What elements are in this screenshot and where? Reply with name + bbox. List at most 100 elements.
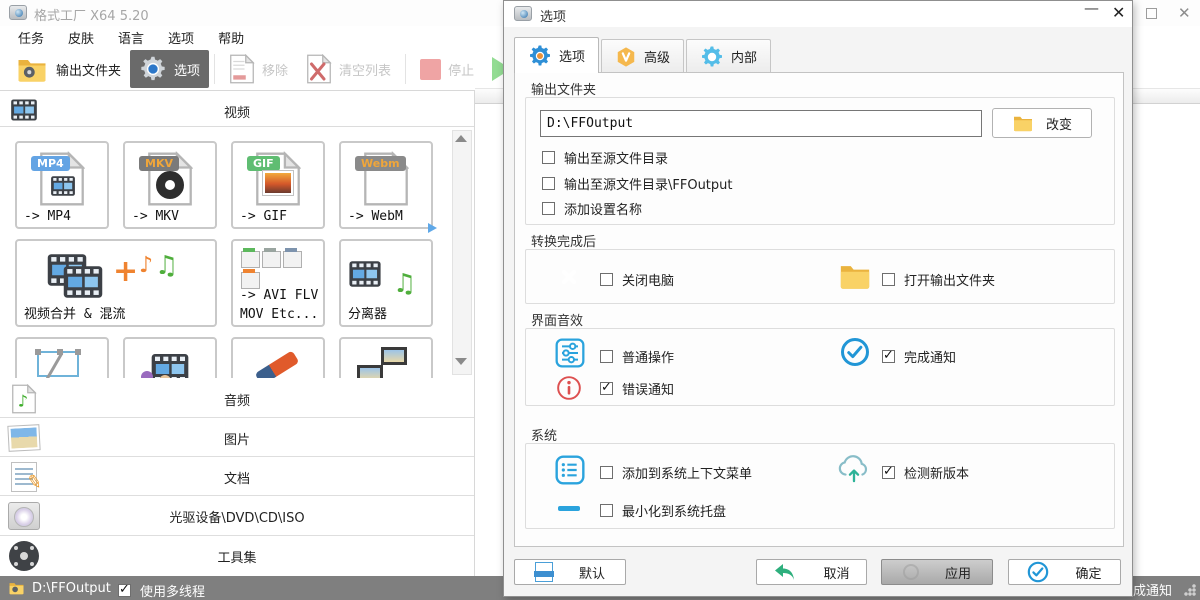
checkbox[interactable] — [600, 504, 613, 517]
apply-label: 应用 — [945, 563, 971, 582]
card-to-gif[interactable]: GIF -> GIF — [231, 141, 325, 229]
option-check-update[interactable]: 检测新版本 — [882, 463, 969, 482]
stop-icon — [420, 59, 441, 80]
category-video-header[interactable]: 视频 — [0, 94, 474, 127]
option-minimize-tray[interactable]: 最小化到系统托盘 — [600, 501, 726, 520]
checkbox[interactable] — [882, 273, 895, 286]
option-normal-op-sound[interactable]: 普通操作 — [600, 347, 674, 366]
tab-advanced[interactable]: 高级 — [601, 39, 684, 73]
dialog-minimize-icon[interactable]: — — [1084, 0, 1099, 17]
card-to-webm[interactable]: Webm -> WebM — [339, 141, 433, 229]
clear-list-label: 清空列表 — [339, 60, 391, 79]
checkbox[interactable] — [542, 177, 555, 190]
checkbox[interactable] — [882, 350, 895, 363]
category-label: 文档 — [0, 468, 474, 487]
dialog-close-icon[interactable]: ✕ — [1112, 3, 1125, 22]
option-shutdown[interactable]: 关闭电脑 — [600, 270, 674, 289]
option-output-source-ffoutput[interactable]: 输出至源文件目录\FFOutput — [542, 174, 733, 193]
change-button[interactable]: 改变 — [992, 108, 1092, 138]
gear-icon — [700, 45, 724, 69]
card-label-line2: MOV Etc... — [240, 307, 318, 322]
format-panel: 视频 MP4 -> MP4 MKV -> MKV — [0, 90, 475, 576]
option-error-notify-sound[interactable]: 错误通知 — [600, 379, 674, 398]
card-eraser-tool[interactable] — [231, 337, 325, 378]
section-after-conversion: 转换完成后 — [531, 231, 596, 250]
main-close-icon[interactable]: ✕ — [1178, 3, 1191, 23]
card-video-merge-mux[interactable]: + ♪ ♫ 视频合并 & 混流 — [15, 239, 217, 327]
sliders-icon — [554, 337, 586, 369]
tab-label: 高级 — [644, 47, 670, 66]
checkbox[interactable] — [542, 202, 555, 215]
category-document[interactable]: ✎ 文档 — [0, 457, 474, 496]
section-system: 系统 — [531, 425, 557, 444]
card-to-mp4[interactable]: MP4 -> MP4 — [15, 141, 109, 229]
mkv-badge: MKV — [139, 156, 179, 171]
default-label: 默认 — [579, 563, 605, 582]
menu-language[interactable]: 语言 — [118, 28, 144, 47]
output-path-status[interactable]: D:\FFOutput — [8, 581, 111, 596]
tab-options[interactable]: 选项 — [514, 37, 599, 73]
minimize-dash-icon — [558, 506, 580, 511]
output-path-input[interactable] — [540, 110, 982, 137]
checkbox[interactable] — [600, 382, 613, 395]
tab-label: 内部 — [731, 47, 757, 66]
category-audio[interactable]: ♪ 音频 — [0, 379, 474, 418]
multithread-checkbox[interactable] — [118, 584, 131, 597]
scroll-down-icon[interactable] — [455, 358, 469, 370]
output-folder-button[interactable]: 输出文件夹 — [6, 50, 130, 88]
gif-file-icon: GIF — [255, 151, 301, 211]
music-note-icon: ♫ — [393, 269, 416, 299]
mkv-file-icon: MKV — [147, 151, 193, 211]
checkbox[interactable] — [600, 350, 613, 363]
ok-button[interactable]: 确定 — [1008, 559, 1121, 585]
checkbox[interactable] — [882, 466, 895, 479]
option-append-setting-name[interactable]: 添加设置名称 — [542, 199, 642, 218]
apply-button[interactable]: 应用 — [881, 559, 993, 585]
statusbar-path: D:\FFOutput — [32, 581, 111, 596]
menu-skin[interactable]: 皮肤 — [68, 28, 94, 47]
scroll-up-icon[interactable] — [455, 135, 469, 147]
tab-internal[interactable]: 内部 — [686, 39, 771, 73]
option-open-output-folder[interactable]: 打开输出文件夹 — [882, 270, 995, 289]
checkbox[interactable] — [542, 151, 555, 164]
option-label: 最小化到系统托盘 — [622, 501, 726, 520]
card-video-editor[interactable] — [123, 337, 217, 378]
panel-scrollbar[interactable] — [452, 130, 472, 375]
card-screen-tool[interactable] — [339, 337, 433, 378]
card-to-mkv[interactable]: MKV -> MKV — [123, 141, 217, 229]
option-label: 输出至源文件目录\FFOutput — [564, 174, 733, 193]
category-rom-device[interactable]: 光驱设备\DVD\CD\ISO — [0, 496, 474, 536]
option-context-menu[interactable]: 添加到系统上下文菜单 — [600, 463, 752, 482]
card-crop-tool[interactable] — [15, 337, 109, 378]
card-splitter[interactable]: ♫ 分离器 — [339, 239, 433, 327]
folder-icon — [838, 261, 872, 291]
stop-button[interactable]: 停止 — [411, 50, 483, 88]
menu-tasks[interactable]: 任务 — [18, 28, 44, 47]
category-label: 音频 — [0, 390, 474, 409]
clear-list-button[interactable]: 清空列表 — [297, 50, 400, 88]
menu-help[interactable]: 帮助 — [218, 28, 244, 47]
option-label: 添加到系统上下文菜单 — [622, 463, 752, 482]
category-toolset[interactable]: 工具集 — [0, 536, 474, 577]
options-button[interactable]: 选项 — [130, 50, 209, 88]
cancel-button[interactable]: 取消 — [756, 559, 867, 585]
multithread-toggle[interactable]: 使用多线程 — [118, 581, 205, 600]
default-button[interactable]: 默认 — [514, 559, 626, 585]
checkbox[interactable] — [600, 466, 613, 479]
option-output-source-dir[interactable]: 输出至源文件目录 — [542, 148, 668, 167]
maximize-button[interactable] — [1146, 8, 1157, 19]
category-picture[interactable]: 图片 — [0, 418, 474, 457]
video-format-cards: MP4 -> MP4 MKV -> MKV GIF -> — [0, 127, 452, 378]
gif-badge: GIF — [247, 156, 280, 171]
ui-sounds-group: 普通操作 完成通知 错误通知 — [525, 328, 1115, 406]
card-to-avi-flv-mov[interactable]: -> AVI FLV MOV Etc... — [231, 239, 325, 327]
remove-button[interactable]: 移除 — [220, 50, 297, 88]
option-label: 关闭电脑 — [622, 270, 674, 289]
resize-grip[interactable] — [1184, 584, 1196, 596]
undo-arrow-icon — [773, 562, 797, 582]
option-complete-notify-sound[interactable]: 完成通知 — [882, 347, 956, 366]
check-circle-icon — [840, 337, 870, 367]
menu-options[interactable]: 选项 — [168, 28, 194, 47]
checkbox[interactable] — [600, 273, 613, 286]
plus-icon: + — [113, 257, 138, 287]
